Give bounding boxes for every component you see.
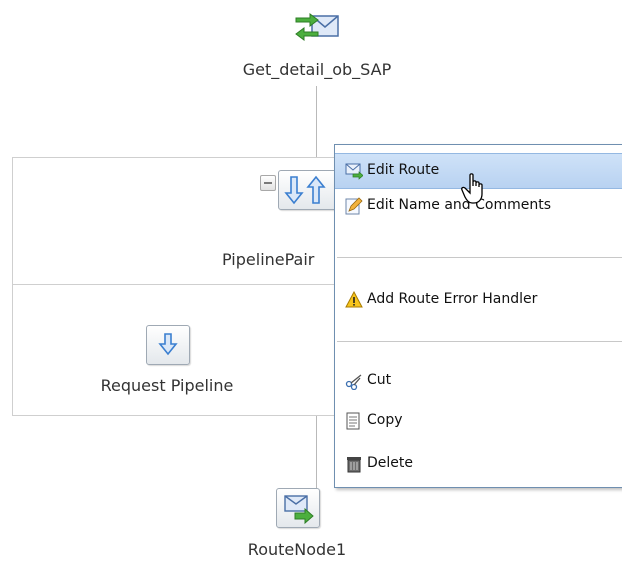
collapse-button[interactable] xyxy=(260,175,276,191)
edit-route-icon xyxy=(345,163,363,180)
request-pipeline-label: Request Pipeline xyxy=(100,376,234,395)
menu-item-label: Edit Name and Comments xyxy=(367,197,551,213)
menu-item-add-route-error-handler[interactable]: Add Route Error Handler xyxy=(335,283,622,317)
scissors-icon xyxy=(345,374,362,390)
pipeline-pair-label: PipelinePair xyxy=(222,250,315,269)
pipeline-pair-icon xyxy=(284,175,326,205)
hand-cursor-icon xyxy=(461,173,483,204)
menu-item-label: Add Route Error Handler xyxy=(367,291,538,307)
route-node[interactable] xyxy=(276,488,320,528)
menu-item-label: Cut xyxy=(367,372,392,388)
proxy-service-label: Get_detail_ob_SAP xyxy=(242,60,392,79)
connector-top xyxy=(316,86,317,157)
down-arrow-icon xyxy=(158,333,178,356)
menu-item-cut[interactable]: Cut xyxy=(335,364,622,398)
pipeline-pair-node[interactable] xyxy=(278,170,338,210)
menu-item-label: Edit Route xyxy=(367,162,440,178)
warning-icon xyxy=(345,291,363,308)
menu-item-label: Copy xyxy=(367,412,403,428)
menu-item-copy[interactable]: Copy xyxy=(335,404,622,438)
edit-pencil-icon xyxy=(345,197,363,215)
menu-separator xyxy=(337,257,622,258)
proxy-service-node[interactable] xyxy=(292,8,342,48)
menu-item-delete[interactable]: Delete xyxy=(335,447,622,481)
menu-separator xyxy=(337,341,622,342)
route-node-label: RouteNode1 xyxy=(247,540,347,559)
menu-item-label: Delete xyxy=(367,455,413,471)
route-envelope-icon xyxy=(284,495,314,525)
copy-icon xyxy=(346,412,360,430)
trash-icon xyxy=(347,457,361,473)
connector-bottom xyxy=(316,414,317,488)
envelope-exchange-icon xyxy=(295,13,339,41)
request-pipeline-node[interactable] xyxy=(146,325,190,365)
pipeline-divider xyxy=(13,284,343,285)
